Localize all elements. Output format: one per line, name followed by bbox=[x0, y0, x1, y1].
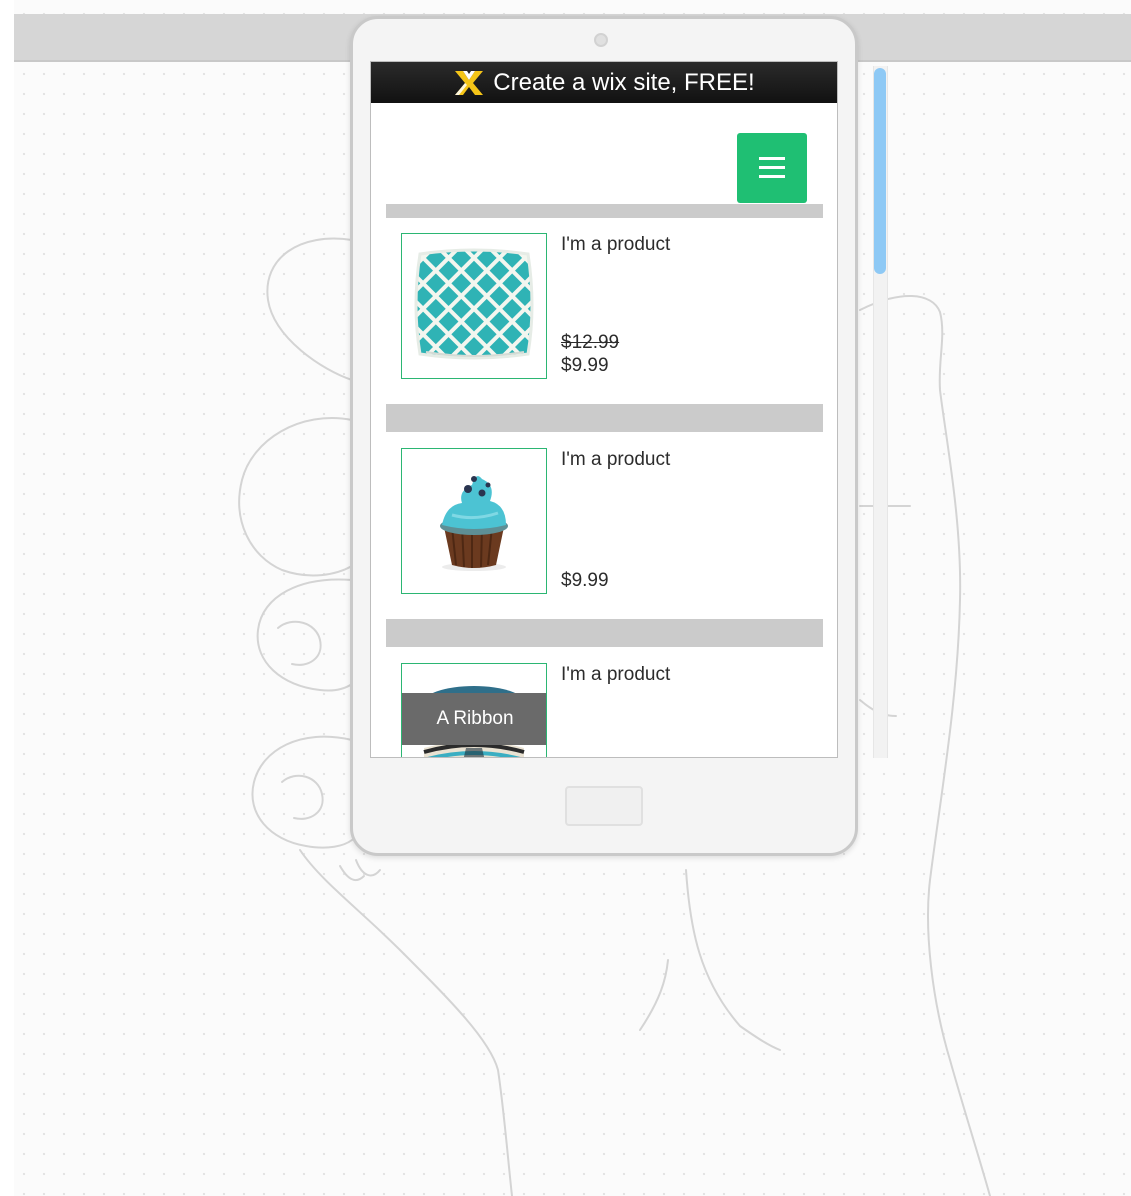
mobile-screen: Create a wix site, FREE! I'm a product $… bbox=[370, 61, 838, 758]
product-image-cupcake[interactable] bbox=[401, 448, 547, 594]
product-separator bbox=[386, 204, 823, 218]
product-price: $9.99 bbox=[561, 570, 609, 591]
product-card[interactable]: I'm a product $9.99 bbox=[401, 448, 821, 594]
product-image-ribbon[interactable]: A Ribbon bbox=[401, 663, 547, 757]
product-old-price: $12.99 bbox=[561, 332, 620, 353]
menu-button[interactable] bbox=[737, 133, 807, 203]
product-card[interactable]: I'm a product $12.99 $9.99 bbox=[401, 233, 821, 379]
product-name[interactable]: I'm a product bbox=[561, 449, 670, 471]
product-separator bbox=[386, 404, 823, 432]
product-price: $9.99 bbox=[561, 355, 609, 376]
home-button[interactable] bbox=[565, 786, 643, 826]
product-name[interactable]: I'm a product bbox=[561, 234, 670, 256]
camera-icon bbox=[594, 33, 608, 47]
preview-scrollbar-thumb[interactable] bbox=[874, 68, 886, 274]
banner-text: Create a wix site, FREE! bbox=[493, 68, 755, 96]
product-name[interactable]: I'm a product bbox=[561, 664, 670, 686]
hamburger-menu-icon bbox=[759, 157, 785, 179]
product-ribbon-badge: A Ribbon bbox=[402, 693, 546, 745]
product-card[interactable]: A Ribbon I'm a product bbox=[401, 663, 821, 757]
wix-promo-banner[interactable]: Create a wix site, FREE! bbox=[371, 62, 837, 103]
product-image-pillow[interactable] bbox=[401, 233, 547, 379]
product-separator bbox=[386, 619, 823, 647]
wix-logo-icon bbox=[455, 70, 484, 95]
